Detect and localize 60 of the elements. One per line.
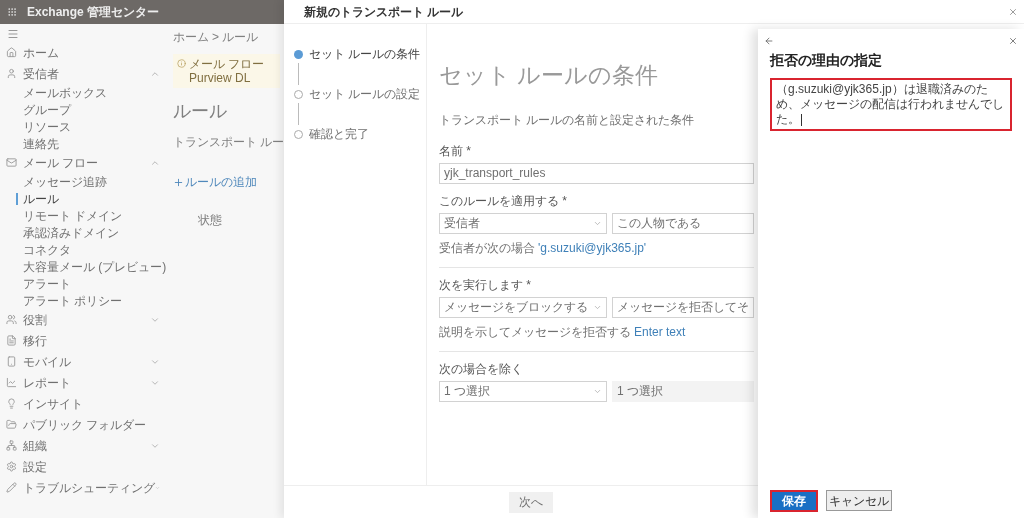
wizard-title: 新規のトランスポート ルール xyxy=(304,3,465,21)
nav-item[interactable]: 移行 xyxy=(0,330,168,351)
nav-subitem[interactable]: アラート xyxy=(23,274,71,293)
dropdown[interactable]: メッセージを拒否してそ xyxy=(612,296,754,318)
recipient-link[interactable]: 'g.suzuki@yjk365.jp' xyxy=(538,238,647,257)
nav-subitem[interactable]: ルール xyxy=(23,189,59,208)
add-rule-button[interactable]: ルールの追加 xyxy=(173,173,284,191)
step-label[interactable]: 確認と完了 xyxy=(309,125,369,143)
app-title: Exchange 管理センター xyxy=(27,4,160,21)
nav-subitem[interactable]: コネクタ xyxy=(23,240,71,259)
panel-heading: 拒否の理由の指定 xyxy=(770,51,883,70)
notice-text: メール フロー xyxy=(189,57,265,71)
breadcrumb-link[interactable]: ホーム xyxy=(173,28,209,46)
nav-subitem[interactable]: リモート ドメイン xyxy=(23,206,123,225)
nav-item[interactable]: メール フロー xyxy=(0,152,168,173)
nav-item[interactable]: トラブルシューティング xyxy=(0,477,168,498)
nav-subitem[interactable]: メールボックス xyxy=(23,83,107,102)
nav-subitem[interactable]: 連絡先 xyxy=(23,134,59,153)
dropdown[interactable]: 1 つ選択 xyxy=(439,380,607,402)
nav-subitem[interactable]: メッセージ追跡 xyxy=(23,172,107,191)
form-heading: セット ルールの条件 xyxy=(439,61,660,90)
nav-item[interactable]: インサイト xyxy=(0,393,168,414)
field-label: 次の場合を除く xyxy=(439,360,524,378)
nav-subitem[interactable]: グループ xyxy=(23,100,71,119)
nav-item[interactable]: 設定 xyxy=(0,456,168,477)
name-input[interactable]: yjk_transport_rules xyxy=(439,162,754,184)
field-label: 名前 * xyxy=(439,142,472,160)
step-label[interactable]: セット ルールの設定 xyxy=(309,85,421,103)
breadcrumb-separator: > xyxy=(212,29,219,46)
nav-subitem[interactable]: アラート ポリシー xyxy=(23,291,123,310)
nav-item[interactable]: 受信者 xyxy=(0,63,168,84)
nav-subitem[interactable]: 承認済みドメイン xyxy=(23,223,119,242)
nav-item[interactable]: レポート xyxy=(0,372,168,393)
breadcrumb-current: ルール xyxy=(222,29,258,46)
enter-text-link[interactable]: Enter text xyxy=(634,322,686,341)
cancel-button[interactable]: キャンセル xyxy=(826,490,892,511)
condition-text: 受信者が次の場合 xyxy=(439,239,535,257)
notice-text: Purview DL xyxy=(189,71,252,85)
action-text: 説明を示してメッセージを拒否する xyxy=(439,323,631,341)
page-description: トランスポート ルー xyxy=(173,134,284,151)
save-button[interactable]: 保存 xyxy=(770,490,818,512)
page-heading: ルール xyxy=(173,100,228,123)
step-label[interactable]: セット ルールの条件 xyxy=(309,45,421,63)
nav-subitem[interactable]: リソース xyxy=(23,117,71,136)
dropdown[interactable]: 受信者 xyxy=(439,212,607,234)
field-label: 次を実行します * xyxy=(439,276,532,294)
next-button[interactable]: 次へ xyxy=(509,491,553,513)
form-description: トランスポート ルールの名前と設定された条件 xyxy=(439,111,696,129)
nav-item[interactable]: 役割 xyxy=(0,309,168,330)
nav-item[interactable]: パブリック フォルダー xyxy=(0,414,168,435)
field-label: このルールを適用する * xyxy=(439,192,568,210)
nav-item[interactable]: ホーム xyxy=(0,42,168,63)
nav-item[interactable]: モバイル xyxy=(0,351,168,372)
dropdown[interactable]: メッセージをブロックする xyxy=(439,296,607,318)
nav-subitem[interactable]: 大容量メール (プレビュー) xyxy=(23,257,167,276)
reason-input[interactable]: （g.suzuki@yjk365.jp）は退職済みのため、メッセージの配信は行われませんでした。 xyxy=(770,78,1012,131)
column-header: 状態 xyxy=(198,212,223,229)
dropdown[interactable]: この人物である xyxy=(612,212,754,234)
nav-item[interactable]: 組織 xyxy=(0,435,168,456)
dropdown[interactable]: 1 つ選択 xyxy=(612,380,754,402)
